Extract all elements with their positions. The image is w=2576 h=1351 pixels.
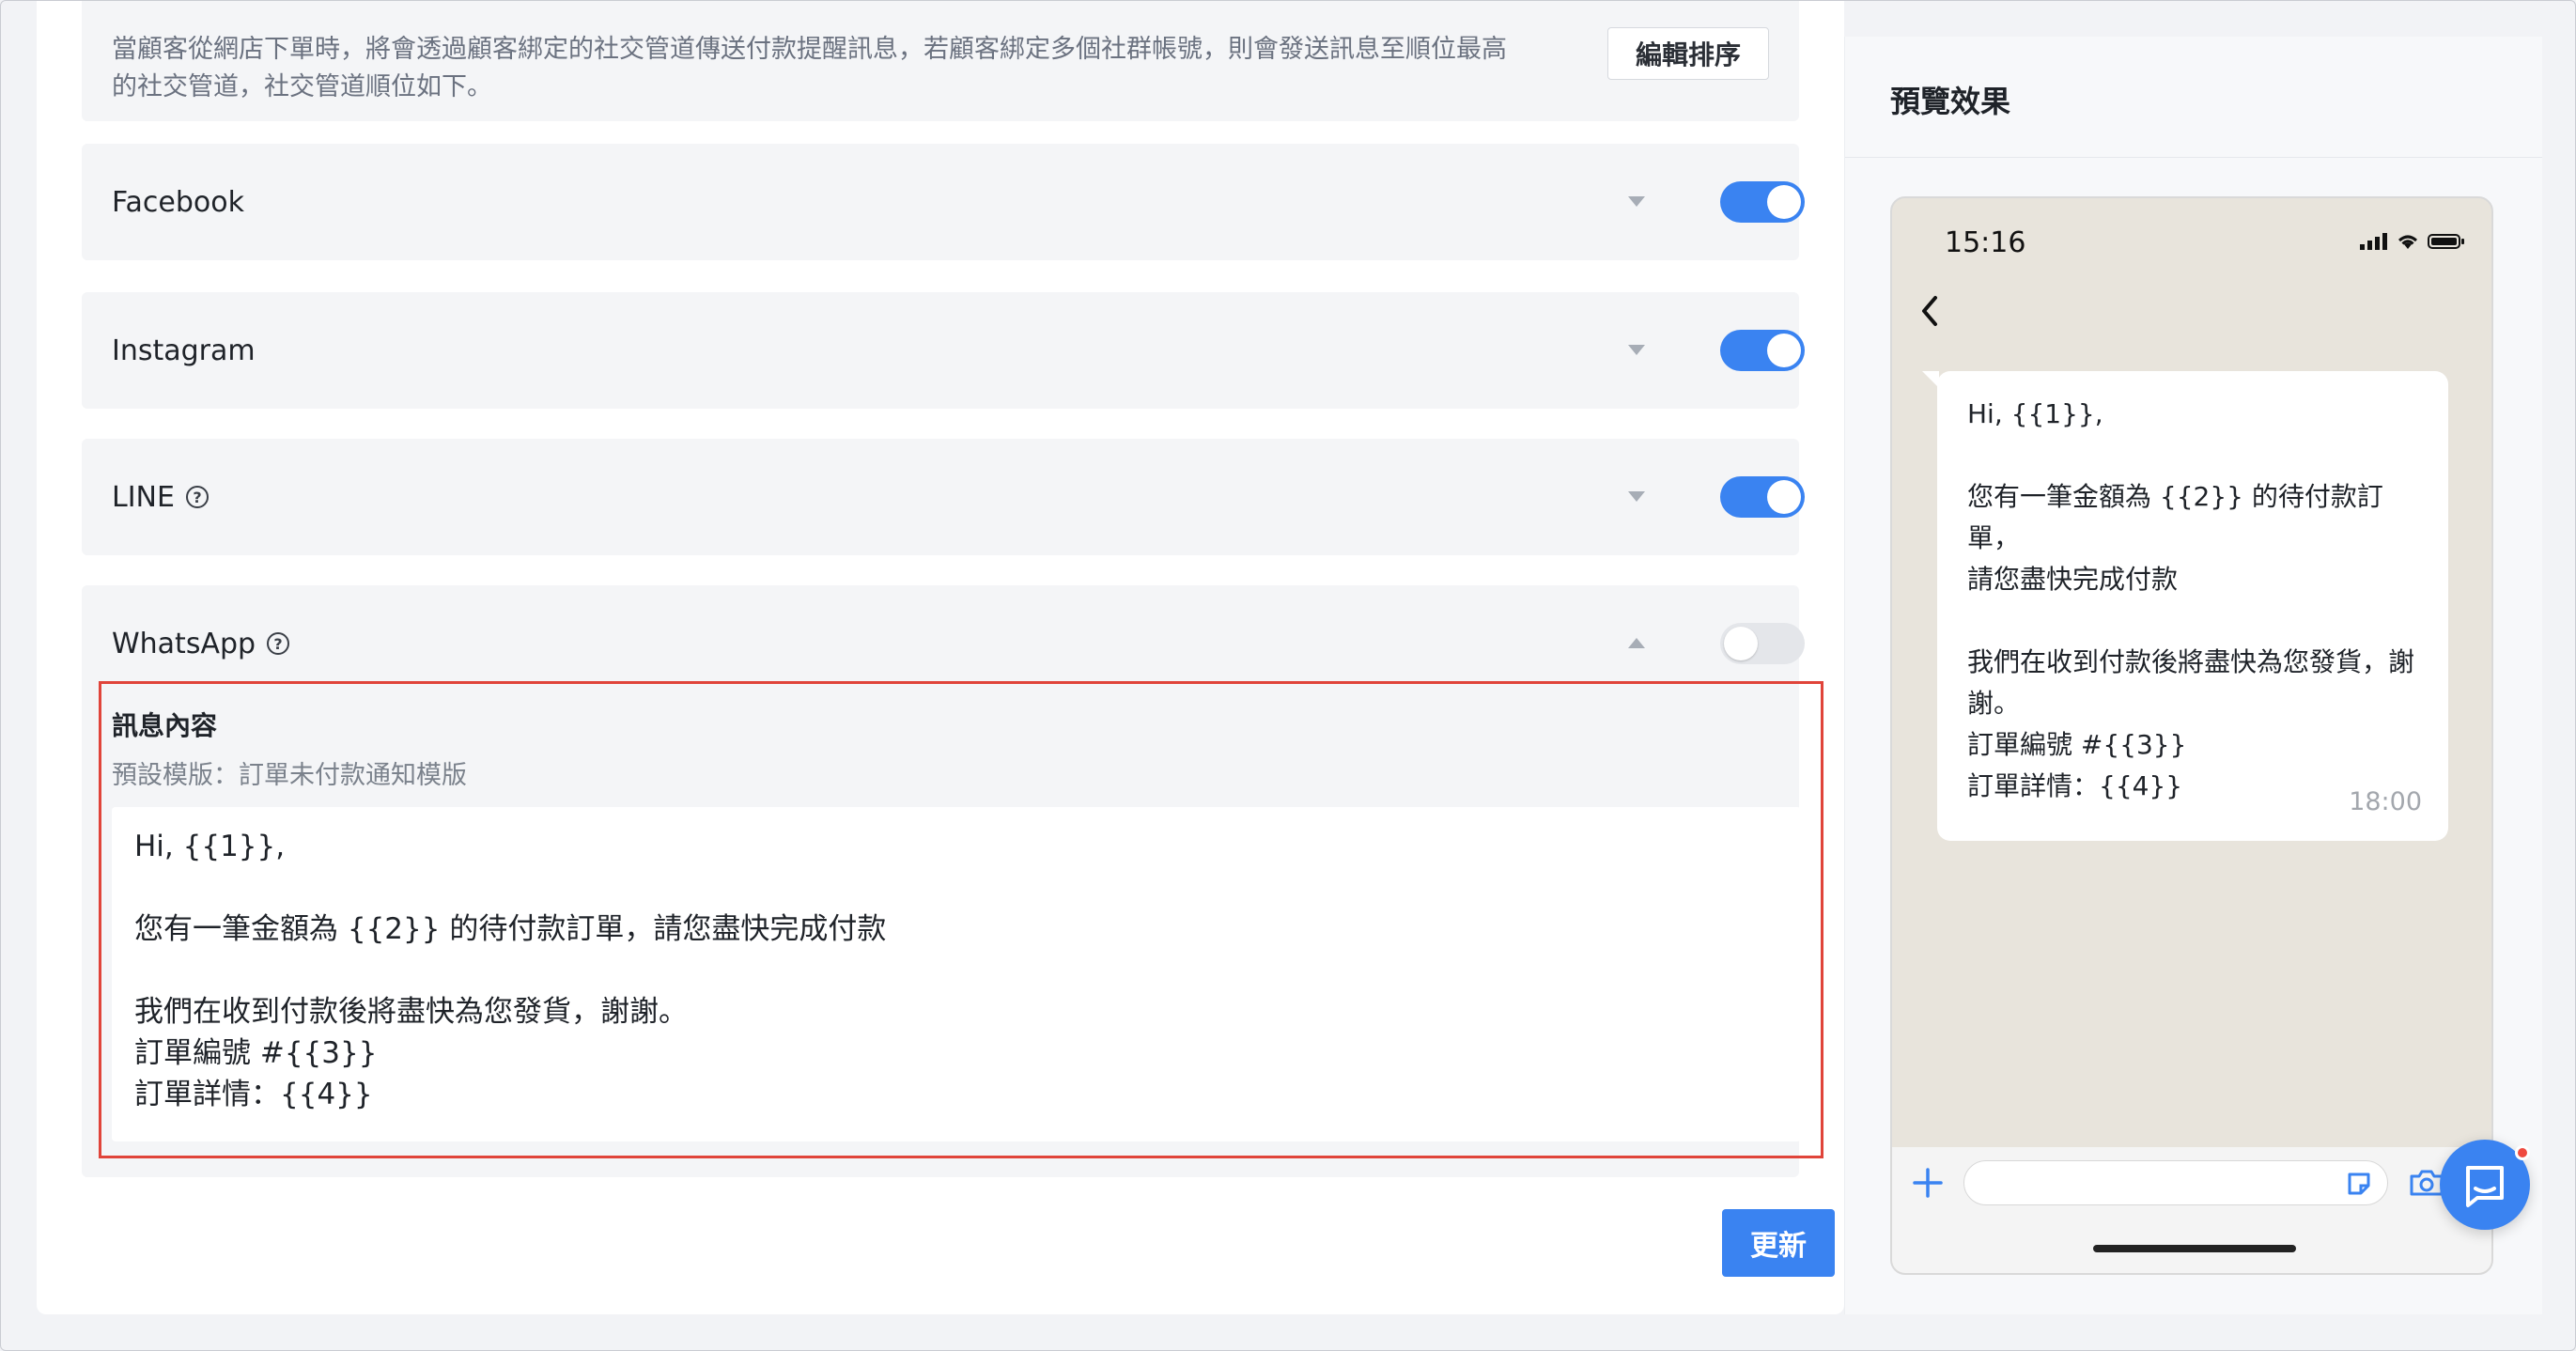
- bubble-line: Hi, {{1}},: [1967, 398, 2103, 429]
- notification-dot: [2515, 1145, 2530, 1160]
- whatsapp-toggle[interactable]: [1720, 623, 1805, 664]
- facebook-toggle[interactable]: [1720, 181, 1805, 223]
- bubble-line: 謝。: [1967, 688, 2021, 719]
- channel-priority-info: 當顧客從網店下單時，將會透過顧客綁定的社交管道傳送付款提醒訊息，若顧客綁定多個社…: [82, 1, 1799, 121]
- preview-panel: 預覽效果 15:16 Hi, {{1}}, 您有一筆金額為 {{2}} 的待付款…: [1844, 37, 2542, 1314]
- message-template-label: 預設模版：訂單未付款通知模版: [112, 761, 467, 790]
- app-frame: 當顧客從網店下單時，將會透過顧客綁定的社交管道傳送付款提醒訊息，若顧客綁定多個社…: [0, 0, 2576, 1351]
- toggle-knob: [1724, 627, 1758, 660]
- channel-name-line-label: LINE: [112, 480, 175, 514]
- toggle-knob: [1767, 480, 1801, 514]
- preview-title: 預覽效果: [1890, 84, 2011, 119]
- message-line: 訂單編號 #{{3}}: [134, 1036, 378, 1070]
- divider: [1845, 157, 2542, 158]
- signal-icon: [2360, 233, 2387, 250]
- bubble-line: [1967, 600, 2428, 642]
- chevron-down-icon[interactable]: [1628, 491, 1645, 502]
- chevron-down-icon[interactable]: [1628, 345, 1645, 355]
- channel-priority-description: 當顧客從網店下單時，將會透過顧客綁定的社交管道傳送付款提醒訊息，若顧客綁定多個社…: [112, 31, 1577, 106]
- channel-instagram[interactable]: Instagram: [82, 292, 1805, 409]
- bubble-line: [1967, 435, 2428, 476]
- channel-name-facebook: Facebook: [112, 185, 244, 219]
- channel-line[interactable]: LINE ?: [82, 439, 1805, 555]
- plus-icon[interactable]: [1911, 1166, 1945, 1200]
- message-content-box[interactable]: Hi, {{1}}, 您有一筆金額為 {{2}} 的待付款訂單，請您盡快完成付款…: [112, 807, 1801, 1141]
- battery-icon: [2428, 234, 2464, 249]
- description-line-2: 的社交管道，社交管道順位如下。: [112, 72, 492, 101]
- status-icons: [2360, 232, 2465, 251]
- message-line: Hi, {{1}},: [134, 830, 286, 863]
- channel-name-whatsapp-label: WhatsApp: [112, 627, 256, 660]
- phone-time: 15:16: [1945, 226, 2026, 259]
- help-circle-icon[interactable]: ?: [267, 632, 290, 655]
- channel-name-line: LINE ?: [112, 439, 209, 555]
- toggle-knob: [1767, 185, 1801, 219]
- bubble-line: 請您盡快完成付款: [1967, 564, 2179, 595]
- preview-message-bubble: Hi, {{1}}, 您有一筆金額為 {{2}} 的待付款訂單， 請您盡快完成付…: [1937, 371, 2448, 841]
- channel-name-instagram: Instagram: [112, 334, 256, 367]
- message-line: 我們在收到付款後將盡快為您發貨，謝謝。: [134, 995, 688, 1029]
- message-line: [134, 950, 886, 991]
- bubble-line: 我們在收到付款後將盡快為您發貨，謝: [1967, 646, 2415, 677]
- message-content-title: 訊息內容: [112, 710, 218, 741]
- help-circle-icon[interactable]: ?: [185, 486, 209, 508]
- phone-mockup: 15:16 Hi, {{1}}, 您有一筆金額為 {{2}} 的待付款訂單， 請…: [1890, 196, 2493, 1275]
- bubble-line: 您有一筆金額為 {{2}} 的待付款訂單，: [1967, 481, 2383, 553]
- chevron-up-icon[interactable]: [1628, 638, 1645, 648]
- toggle-knob: [1767, 334, 1801, 367]
- message-lines: Hi, {{1}}, 您有一筆金額為 {{2}} 的待付款訂單，請您盡快完成付款…: [134, 826, 886, 1115]
- message-line: 訂單詳情：{{4}}: [134, 1078, 373, 1111]
- channel-facebook[interactable]: Facebook: [82, 144, 1805, 260]
- chevron-left-icon[interactable]: [1916, 292, 1945, 330]
- bubble-lines: Hi, {{1}}, 您有一筆金額為 {{2}} 的待付款訂單， 請您盡快完成付…: [1967, 394, 2428, 807]
- settings-panel: 當顧客從網店下單時，將會透過顧客綁定的社交管道傳送付款提醒訊息，若顧客綁定多個社…: [37, 1, 1844, 1314]
- edit-order-button[interactable]: 編輯排序: [1607, 27, 1769, 80]
- line-toggle[interactable]: [1720, 476, 1805, 518]
- phone-input-bar: [1892, 1147, 2491, 1273]
- message-input[interactable]: [1963, 1160, 2388, 1205]
- bubble-time: 18:00: [2349, 787, 2422, 816]
- sticker-icon[interactable]: [2344, 1169, 2374, 1199]
- message-line: 您有一筆金額為 {{2}} 的待付款訂單，請您盡快完成付款: [134, 912, 887, 946]
- message-line: [134, 867, 886, 908]
- update-button[interactable]: 更新: [1722, 1209, 1835, 1277]
- wifi-icon: [2398, 235, 2417, 249]
- chevron-down-icon[interactable]: [1628, 196, 1645, 207]
- instagram-toggle[interactable]: [1720, 330, 1805, 371]
- home-indicator: [2093, 1245, 2296, 1252]
- bubble-line: 訂單編號 #{{3}}: [1967, 729, 2187, 760]
- description-line-1: 當顧客從網店下單時，將會透過顧客綁定的社交管道傳送付款提醒訊息，若顧客綁定多個社…: [112, 35, 1507, 64]
